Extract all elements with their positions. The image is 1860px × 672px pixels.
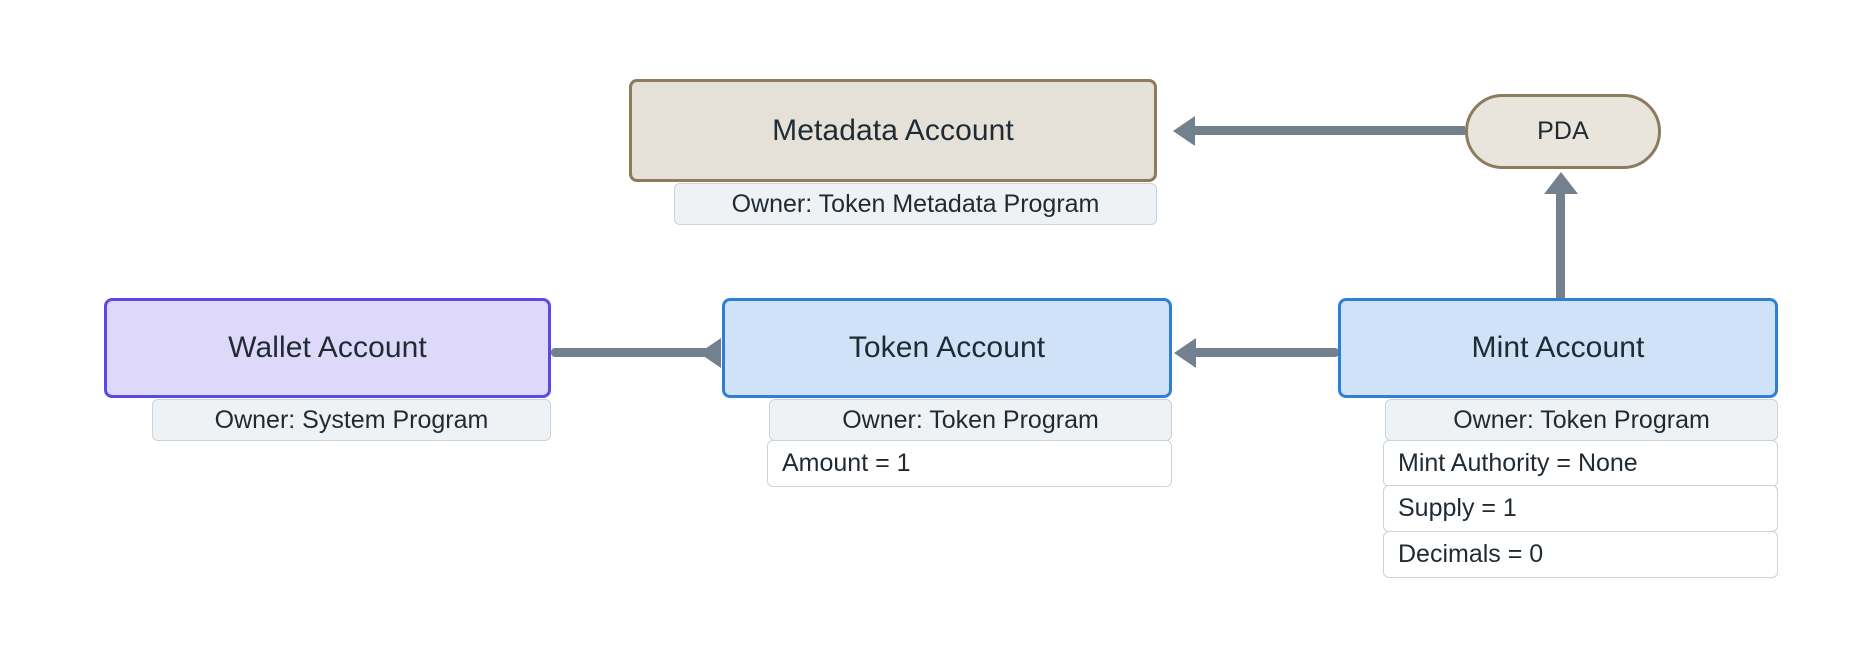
- mint-account-label: Mint Account: [1471, 331, 1645, 364]
- pda-box[interactable]: PDA: [1465, 94, 1661, 169]
- edge-token-to-wallet-tail: [551, 348, 565, 357]
- edge-mint-to-token-line: [1194, 348, 1334, 357]
- attr-text: Supply = 1: [1398, 494, 1517, 522]
- metadata-account-label: Metadata Account: [772, 113, 1014, 147]
- node-token-account[interactable]: Token Account: [722, 298, 1172, 398]
- token-account-label: Token Account: [848, 331, 1046, 364]
- attr-row: Owner: Token Metadata Program: [674, 183, 1157, 225]
- attr-row: Owner: Token Program: [1385, 399, 1778, 441]
- node-metadata-account[interactable]: Metadata Account: [629, 79, 1157, 182]
- edge-pda-to-metadata-line: [1195, 126, 1465, 135]
- diagram-canvas: Metadata Account Owner: Token Metadata P…: [0, 0, 1860, 672]
- edge-token-to-wallet-arrowhead: [699, 337, 721, 368]
- attr-row: Mint Authority = None: [1383, 439, 1778, 487]
- wallet-account-box[interactable]: Wallet Account: [104, 298, 551, 398]
- attr-row: Amount = 1: [767, 439, 1172, 487]
- attr-text: Mint Authority = None: [1398, 448, 1638, 477]
- token-account-box[interactable]: Token Account: [722, 298, 1172, 398]
- attr-text: Owner: Token Program: [1453, 405, 1710, 434]
- mint-account-attributes: Owner: Token Program Mint Authority = No…: [1383, 399, 1778, 578]
- attr-text: Amount = 1: [782, 448, 911, 477]
- attr-row: Supply = 1: [1383, 485, 1778, 532]
- attr-row: Owner: Token Program: [769, 399, 1172, 441]
- node-mint-account[interactable]: Mint Account: [1338, 298, 1778, 398]
- edge-pda-to-metadata-arrowhead: [1173, 115, 1195, 146]
- wallet-account-attributes: Owner: System Program: [152, 399, 551, 441]
- token-account-attributes: Owner: Token Program Amount = 1: [767, 399, 1172, 487]
- edge-token-to-wallet-line: [556, 348, 721, 357]
- edge-mint-to-token-arrowhead: [1174, 337, 1196, 368]
- edge-mint-to-token-tail: [1325, 348, 1339, 357]
- mint-account-box[interactable]: Mint Account: [1338, 298, 1778, 398]
- attr-text: Owner: System Program: [214, 405, 489, 434]
- attr-text: Owner: Token Metadata Program: [731, 189, 1100, 218]
- edge-mint-to-pda-line: [1556, 178, 1565, 303]
- node-pda[interactable]: PDA: [1465, 94, 1661, 169]
- metadata-account-attributes: Owner: Token Metadata Program: [674, 183, 1157, 225]
- attr-text: Decimals = 0: [1398, 539, 1544, 568]
- wallet-account-label: Wallet Account: [228, 331, 427, 364]
- attr-row: Decimals = 0: [1383, 530, 1778, 578]
- node-wallet-account[interactable]: Wallet Account: [104, 298, 551, 398]
- metadata-account-box[interactable]: Metadata Account: [629, 79, 1157, 182]
- pda-label: PDA: [1537, 117, 1589, 145]
- attr-text: Owner: Token Program: [842, 405, 1099, 434]
- attr-row: Owner: System Program: [152, 399, 551, 441]
- edge-mint-to-pda-arrowhead: [1543, 172, 1578, 194]
